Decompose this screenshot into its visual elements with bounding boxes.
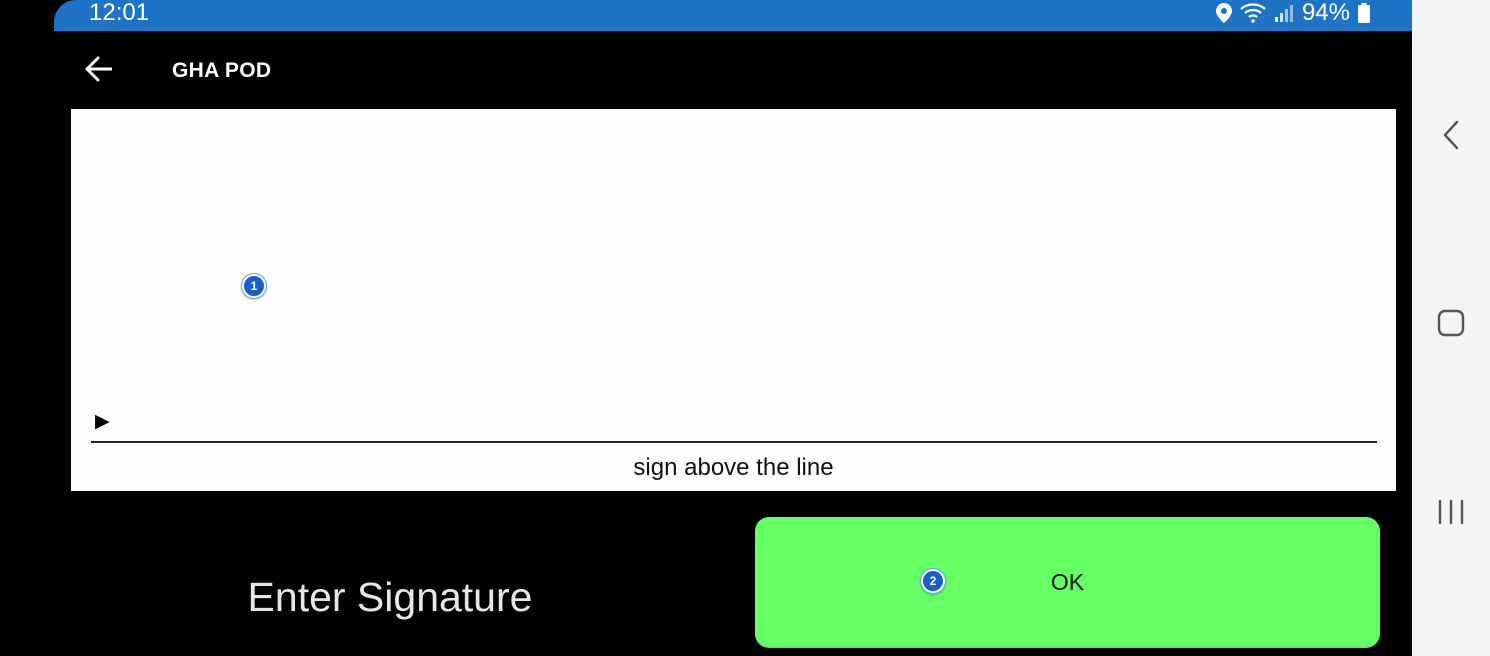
signature-pad[interactable]: ▶ sign above the line [71, 109, 1396, 491]
back-chevron-icon [1442, 120, 1460, 155]
page-title: GHA POD [172, 59, 272, 82]
signature-line [91, 441, 1377, 443]
nav-recents-button[interactable] [1412, 498, 1490, 530]
app-bar: GHA POD [54, 31, 1412, 109]
back-button[interactable] [80, 53, 116, 89]
status-time: 12:01 [89, 0, 150, 26]
annotation-marker-1: 1 [242, 274, 266, 298]
location-icon [1215, 3, 1232, 23]
system-nav-bar [1412, 0, 1490, 656]
app-screen: 12:01 94% GHA POD ▶ sign above the line … [0, 0, 1412, 656]
nav-back-button[interactable] [1412, 118, 1490, 156]
recents-icon [1437, 499, 1465, 530]
nav-home-button[interactable] [1412, 308, 1490, 342]
wifi-icon [1240, 3, 1266, 23]
arrow-left-icon [84, 56, 113, 87]
ok-button[interactable]: OK [755, 517, 1380, 648]
ok-button-label: OK [1050, 569, 1085, 595]
battery-percentage: 94% [1301, 0, 1350, 26]
signature-hint: sign above the line [633, 454, 834, 481]
battery-icon [1358, 3, 1370, 23]
annotation-marker-2: 2 [921, 569, 945, 593]
status-bar: 12:01 94% [54, 0, 1412, 31]
status-icons: 94% [1215, 0, 1370, 26]
signature-start-marker: ▶ [95, 411, 110, 432]
home-icon [1437, 309, 1465, 342]
enter-signature-label: Enter Signature [247, 574, 533, 620]
signal-icon [1274, 3, 1294, 23]
